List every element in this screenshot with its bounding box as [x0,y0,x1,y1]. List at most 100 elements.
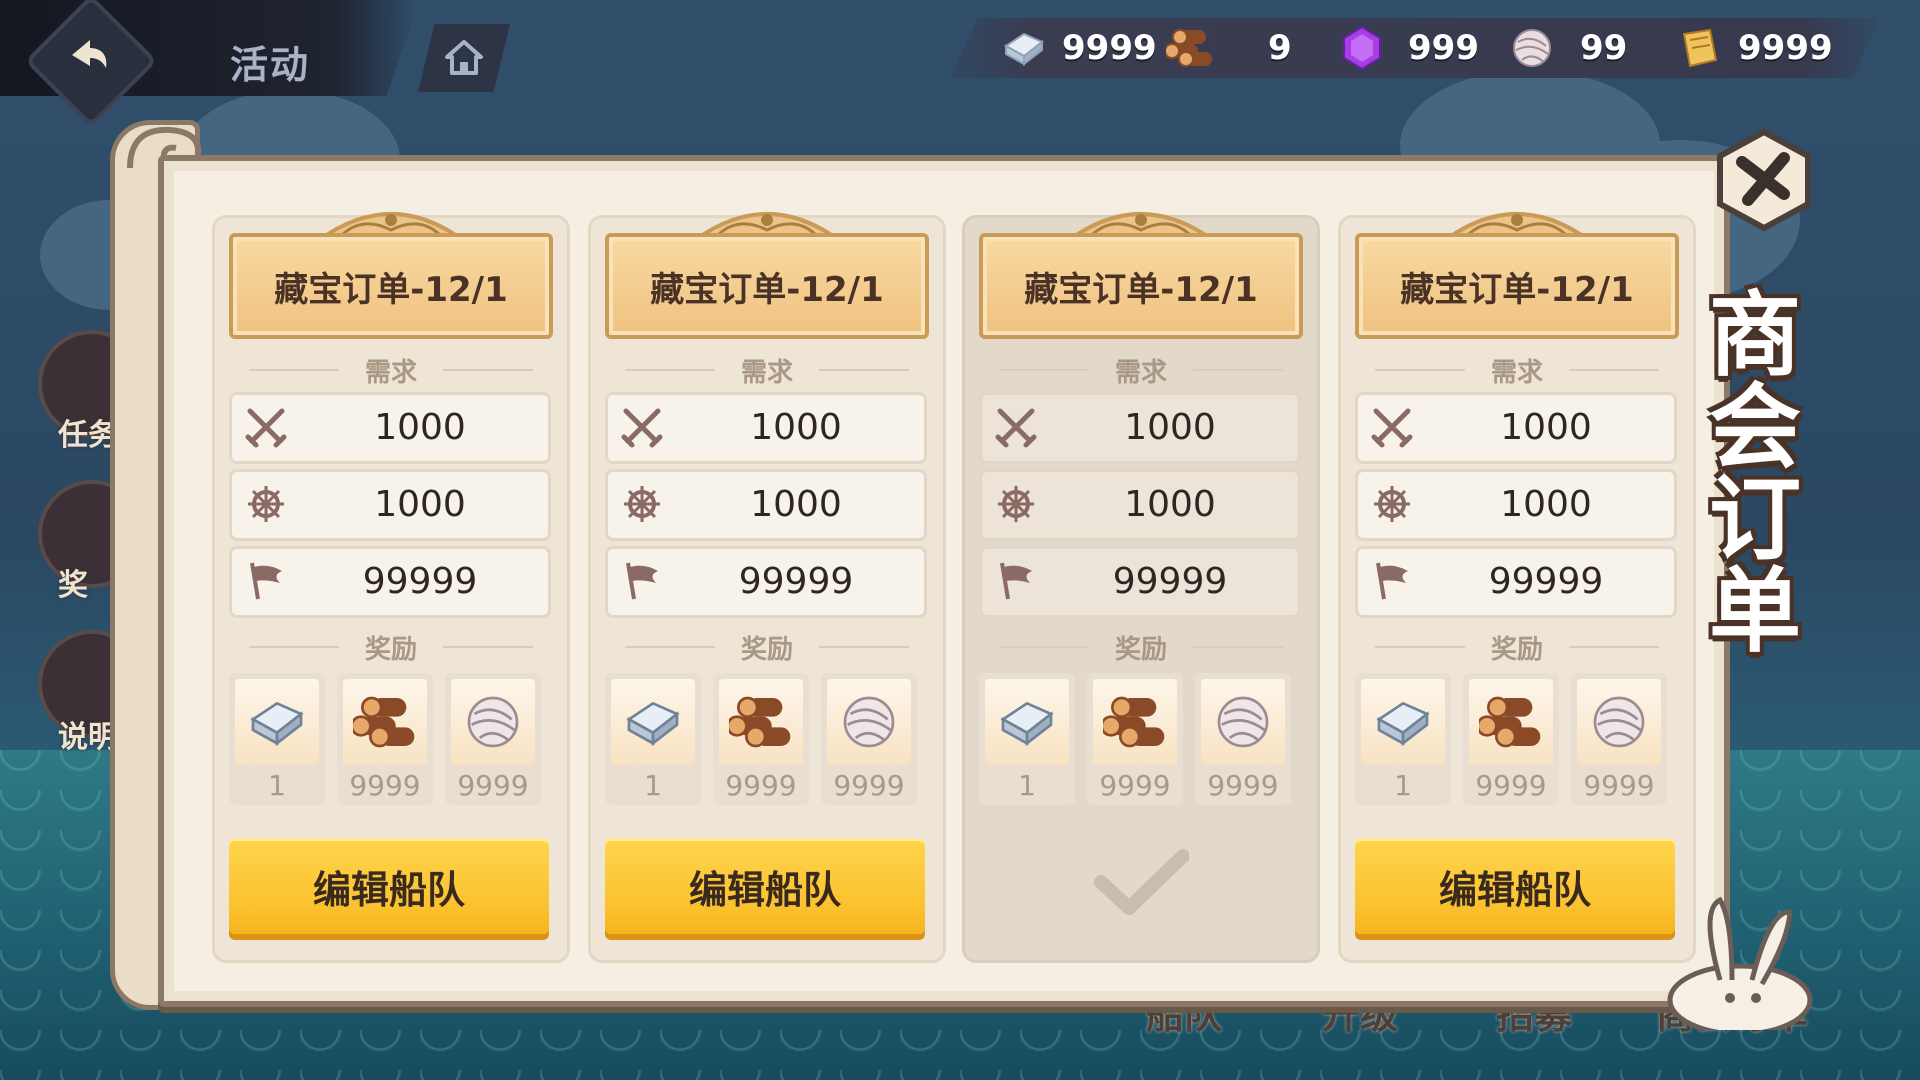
requirement-label: 需求 [740,358,793,388]
wood-logs-icon [1166,29,1212,67]
reward-count: 9999 [833,769,905,802]
silver-ingot-icon [1371,690,1435,754]
crossed-swords-icon [620,405,664,449]
crossed-swords-icon [994,405,1038,449]
edit-fleet-button[interactable]: 编辑船队 [605,838,925,934]
requirement-row: 99999 [605,546,927,618]
requirement-row: 1000 [605,392,927,464]
reward-item[interactable]: 9999 [821,673,917,805]
requirement-value: 99999 [362,561,478,602]
flag-icon [994,559,1038,603]
wood-logs-icon [1100,690,1167,754]
resource-value: 99 [1580,28,1628,68]
requirement-value: 1000 [1124,407,1216,448]
requirement-value: 1000 [1500,484,1592,525]
edit-fleet-button[interactable]: 编辑船队 [229,838,549,934]
resource-scroll: 9999 [1676,22,1833,74]
reward-item[interactable]: 9999 [337,673,433,805]
page-title: 活动 [230,43,311,87]
reward-tile [1577,679,1661,765]
requirement-value: 99999 [1112,561,1228,602]
reward-label: 奖励 [740,635,793,665]
edit-fleet-label: 编辑船队 [312,867,465,912]
silver-ingot-icon [621,690,685,754]
requirement-row: 1000 [1355,392,1677,464]
reward-tile [1201,679,1285,765]
reward-item[interactable]: 1 [1355,673,1451,805]
yarn-ball-icon [461,690,525,754]
resource-value: 999 [1408,28,1479,68]
order-title: 藏宝订单-12/1 [274,269,508,310]
wood-logs-icon [726,690,793,754]
requirement-value: 99999 [1488,561,1604,602]
order-card: 藏宝订单-12/1 需求 1000 1000 99999 奖励 1 9999 99… [212,212,570,963]
panel-title: 商会订单 [1708,282,1801,665]
resource-value: 9999 [1062,28,1157,68]
resource-value: 9999 [1738,28,1833,68]
reward-item[interactable]: 9999 [1087,673,1183,805]
reward-label: 奖励 [1114,635,1167,665]
ship-wheel-icon [244,482,288,526]
ship-wheel-icon [994,482,1038,526]
reward-count: 9999 [1583,769,1655,802]
requirement-row: 99999 [979,546,1301,618]
requirement-value: 1000 [374,484,466,525]
requirement-row: 1000 [229,469,551,541]
reward-item[interactable]: 9999 [713,673,809,805]
rabbit-mascot [1667,896,1813,1030]
reward-item[interactable]: 1 [979,673,1075,805]
ship-wheel-icon [620,482,664,526]
reward-tile [1469,679,1553,765]
yarn-ball-icon [1513,29,1551,67]
order-card: 藏宝订单-12/1 需求 1000 1000 99999 奖励 1 9999 99… [588,212,946,963]
reward-item[interactable]: 9999 [1463,673,1559,805]
requirement-value: 1000 [1500,407,1592,448]
yarn-ball-icon [1211,690,1275,754]
reward-count: 1 [644,769,662,802]
reward-count: 9999 [1207,769,1279,802]
reward-item[interactable]: 1 [605,673,701,805]
requirement-label: 需求 [1114,358,1167,388]
requirement-row: 1000 [979,392,1301,464]
order-title-plate: 藏宝订单-12/1 [979,233,1303,339]
reward-tile [985,679,1069,765]
requirement-row: 1000 [229,392,551,464]
edit-fleet-button[interactable]: 编辑船队 [1355,838,1675,934]
order-card: 藏宝订单-12/1 需求 1000 1000 99999 奖励 1 9999 99… [962,212,1320,963]
order-title-plate: 藏宝订单-12/1 [229,233,553,339]
crossed-swords-icon [1370,405,1414,449]
requirement-value: 1000 [1124,484,1216,525]
scroll-icon [1682,28,1718,68]
resource-yarn: 99 [1508,22,1627,74]
reward-item[interactable]: 9999 [1195,673,1291,805]
edit-fleet-label: 编辑船队 [688,867,841,912]
yarn-ball-icon [1587,690,1651,754]
reward-count: 9999 [1475,769,1547,802]
wood-logs-icon [1476,690,1543,754]
reward-count: 9999 [457,769,529,802]
side-label-tasks: 任务 [58,418,118,453]
close-button[interactable] [1712,128,1816,232]
ship-wheel-icon [1370,482,1414,526]
requirement-row: 1000 [1355,469,1677,541]
flag-icon [620,559,664,603]
requirement-row: 99999 [229,546,551,618]
reward-tile [235,679,319,765]
wood-logs-icon [350,690,417,754]
side-label-rewards: 奖 [58,568,88,603]
crossed-swords-icon [244,405,288,449]
reward-label: 奖励 [1490,635,1543,665]
reward-item[interactable]: 9999 [445,673,541,805]
reward-item[interactable]: 9999 [1571,673,1667,805]
order-card: 藏宝订单-12/1 需求 1000 1000 99999 奖励 1 9999 99… [1338,212,1696,963]
reward-label: 奖励 [364,635,417,665]
edit-fleet-label: 编辑船队 [1438,867,1591,912]
resource-value: 9 [1268,28,1292,68]
reward-tile [611,679,695,765]
checkmark-icon [1094,849,1189,915]
reward-item[interactable]: 1 [229,673,325,805]
requirement-value: 1000 [750,484,842,525]
silver-ingot-icon [245,690,309,754]
resource-silver: 9999 [1000,22,1157,74]
reward-count: 9999 [725,769,797,802]
